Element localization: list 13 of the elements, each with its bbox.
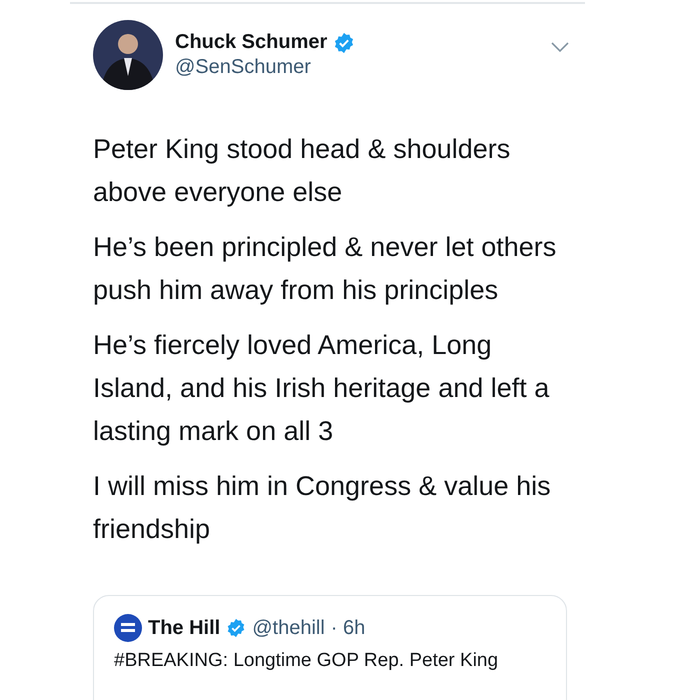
author-handle[interactable]: @SenSchumer [175, 56, 356, 79]
tweet-paragraph: He’s been principled & never let others push him away from his principles [93, 231, 558, 307]
author-name[interactable]: Chuck Schumer [175, 31, 328, 54]
quoted-author-handle[interactable]: @thehill [252, 616, 325, 640]
tweet-paragraph: Peter King stood head & shoulders above everyone else [93, 133, 512, 209]
tweet-paragraph: He’s fiercely loved America, Long Island, and his Irish heritage and left a lasting mark on all 3 [93, 329, 550, 448]
quoted-tweet-card[interactable]: The Hill @thehill · 6h #BREAKING: Longtime GOP Rep. Peter King [93, 595, 567, 700]
logo-icon [114, 614, 142, 642]
quoted-author-name[interactable]: The Hill [148, 616, 220, 640]
quoted-tweet-text: #BREAKING: Longtime GOP Rep. Peter King [114, 650, 500, 672]
quoted-tweet-time: · 6h [330, 616, 366, 640]
chevron-icon[interactable] [551, 42, 569, 52]
tweet-paragraph: I will miss him in Congress & value his friendship [93, 470, 552, 546]
